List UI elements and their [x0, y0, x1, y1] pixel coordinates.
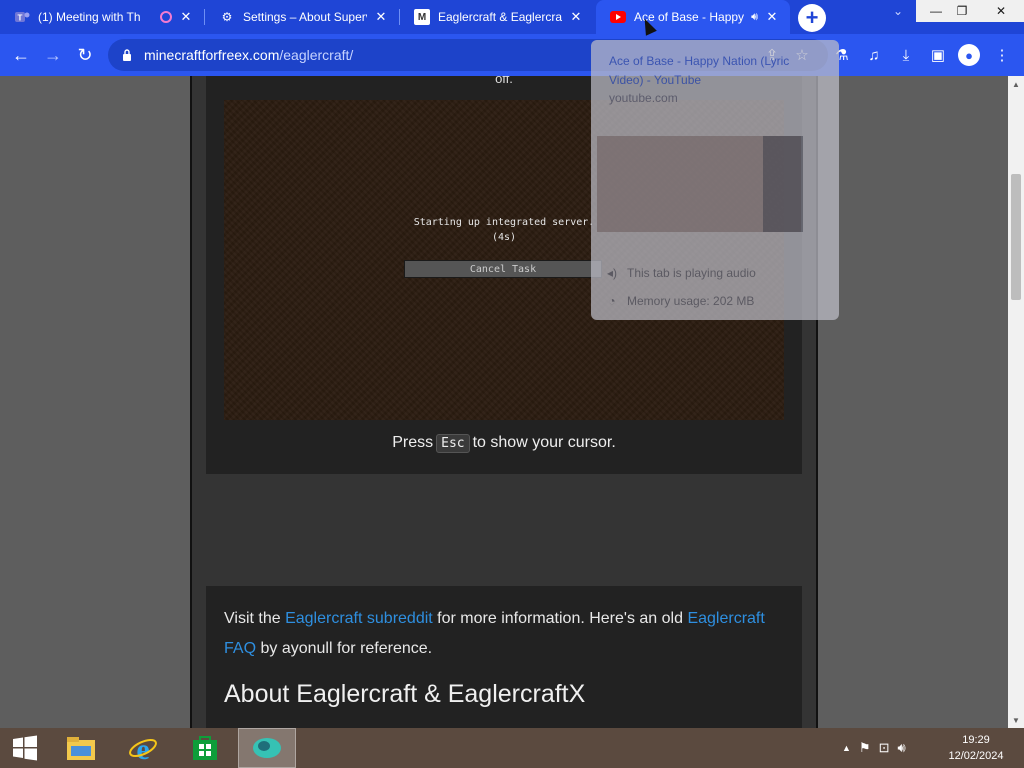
tab-youtube[interactable]: Ace of Base - Happy 🔊︎ ✕ — [596, 0, 790, 34]
clock-time: 19:29 — [962, 734, 990, 746]
faq-link[interactable]: Eaglercraft — [687, 610, 764, 627]
faq-link[interactable]: FAQ — [224, 640, 256, 657]
lock-icon[interactable] — [120, 48, 134, 62]
info-paragraph: Visit the Eaglercraft subreddit for more… — [224, 604, 784, 664]
tab-title: Settings – About Superv — [243, 10, 367, 24]
media-control-icon[interactable]: ♫ — [862, 43, 886, 67]
store-icon[interactable] — [184, 728, 226, 768]
info-text: for more information. Here's an old — [437, 610, 683, 627]
side-panel-icon[interactable]: ▣ — [926, 43, 950, 67]
hover-card-audio: This tab is playing audio — [627, 266, 756, 280]
tab-strip: T (1) Meeting with Th ✕ ⚙ Settings – Abo… — [0, 0, 1024, 34]
page-viewport: off. Starting up integrated server. (4s)… — [0, 76, 1008, 728]
volume-icon[interactable]: 🔊︎ — [897, 740, 905, 756]
minimize-icon[interactable]: — — [922, 0, 950, 22]
hint-text: Press — [392, 434, 434, 451]
network-icon[interactable]: ⊡ — [879, 740, 890, 756]
recording-icon — [160, 11, 172, 23]
speaker-icon: ◂) — [606, 266, 618, 280]
speaker-icon[interactable]: 🔊︎ — [751, 11, 758, 24]
url-path: /eaglercraft/ — [279, 47, 354, 63]
info-panel: Visit the Eaglercraft subreddit for more… — [206, 586, 802, 728]
new-tab-button[interactable]: + — [798, 4, 826, 32]
esc-key: Esc — [436, 434, 470, 453]
info-text: by ayonull for reference. — [260, 640, 433, 657]
teams-icon: T — [14, 9, 30, 25]
download-icon[interactable]: ⤓ — [894, 43, 918, 67]
restore-icon[interactable]: ❐ — [948, 0, 976, 22]
cancel-task-button[interactable]: Cancel Task — [404, 260, 602, 278]
reload-icon[interactable]: ↻ — [72, 42, 98, 68]
url-text[interactable]: minecraftforfreex.com/eaglercraft/ — [144, 47, 353, 63]
hover-card-domain: youtube.com — [609, 91, 678, 105]
windows-taskbar: e ▲ ⚑ ⊡ 🔊︎ 19:29 12/02/2024 — [0, 728, 1024, 768]
tab-title: Eaglercraft & Eaglercraf — [438, 10, 562, 24]
hint-text: to show your cursor. — [472, 434, 616, 451]
scroll-down-icon[interactable]: ▼ — [1008, 712, 1024, 728]
tab-search-icon[interactable]: ⌄ — [884, 0, 912, 22]
remote-desktop-app-icon[interactable] — [238, 728, 296, 768]
action-center-flag-icon[interactable]: ⚑ — [859, 740, 871, 756]
memory-gauge-icon: ◔ — [608, 294, 616, 308]
hover-card-audio-row: ◂) This tab is playing audio — [605, 266, 756, 280]
youtube-icon — [610, 9, 626, 25]
back-icon[interactable]: ← — [8, 42, 34, 68]
tab-eaglercraft[interactable]: M Eaglercraft & Eaglercraf ✕ — [400, 0, 594, 34]
svg-text:e: e — [136, 733, 149, 763]
hover-card-memory: Memory usage: 202 MB — [627, 294, 755, 308]
m-logo-icon: M — [414, 9, 430, 25]
clock-date: 12/02/2024 — [948, 750, 1004, 762]
profile-avatar-icon[interactable]: ● — [958, 44, 980, 66]
subreddit-link[interactable]: Eaglercraft subreddit — [285, 610, 433, 627]
close-icon[interactable]: ✕ — [568, 9, 584, 25]
file-explorer-icon[interactable] — [60, 728, 102, 768]
close-icon[interactable]: ✕ — [178, 9, 194, 25]
hover-card-thumbnail-side — [763, 136, 803, 232]
tab-hover-card: Ace of Base - Happy Nation (Lyric Video)… — [591, 40, 839, 320]
info-text: Visit the — [224, 610, 281, 627]
gear-icon: ⚙ — [221, 10, 233, 24]
tab-title: (1) Meeting with Th — [38, 10, 141, 24]
tab-meeting[interactable]: T (1) Meeting with Th ✕ — [0, 0, 204, 34]
hover-card-memory-row: ◔ Memory usage: 202 MB — [605, 294, 754, 308]
url-host: minecraftforfreex.com — [144, 47, 280, 63]
menu-kebab-icon[interactable]: ⋮ — [990, 43, 1014, 67]
internet-explorer-icon[interactable]: e — [122, 728, 164, 768]
scroll-thumb[interactable] — [1011, 174, 1021, 300]
hover-card-title: Ace of Base - Happy Nation (Lyric Video)… — [609, 54, 790, 87]
browser-toolbar: ← → ↻ minecraftforfreex.com/eaglercraft/… — [0, 34, 1024, 76]
tray-expand-icon[interactable]: ▲ — [842, 743, 851, 753]
close-icon[interactable]: ✕ — [764, 9, 780, 25]
tab-settings[interactable]: ⚙ Settings – About Superv ✕ — [205, 0, 399, 34]
scroll-up-icon[interactable]: ▲ — [1008, 76, 1024, 92]
page-scrollbar[interactable]: ▲ ▼ — [1008, 76, 1024, 728]
svg-text:T: T — [18, 14, 23, 23]
close-icon[interactable]: ✕ — [373, 9, 389, 25]
window-close-icon[interactable]: ✕ — [978, 0, 1024, 22]
taskbar-clock[interactable]: 19:29 12/02/2024 — [940, 732, 1012, 764]
about-heading: About Eaglercraft & EaglercraftX — [224, 680, 586, 708]
cursor-hint: Press Esc to show your cursor. — [206, 434, 802, 453]
system-tray: ▲ ⚑ ⊡ 🔊︎ — [842, 728, 906, 768]
start-windows-icon[interactable] — [6, 728, 44, 768]
forward-icon[interactable]: → — [40, 42, 66, 68]
